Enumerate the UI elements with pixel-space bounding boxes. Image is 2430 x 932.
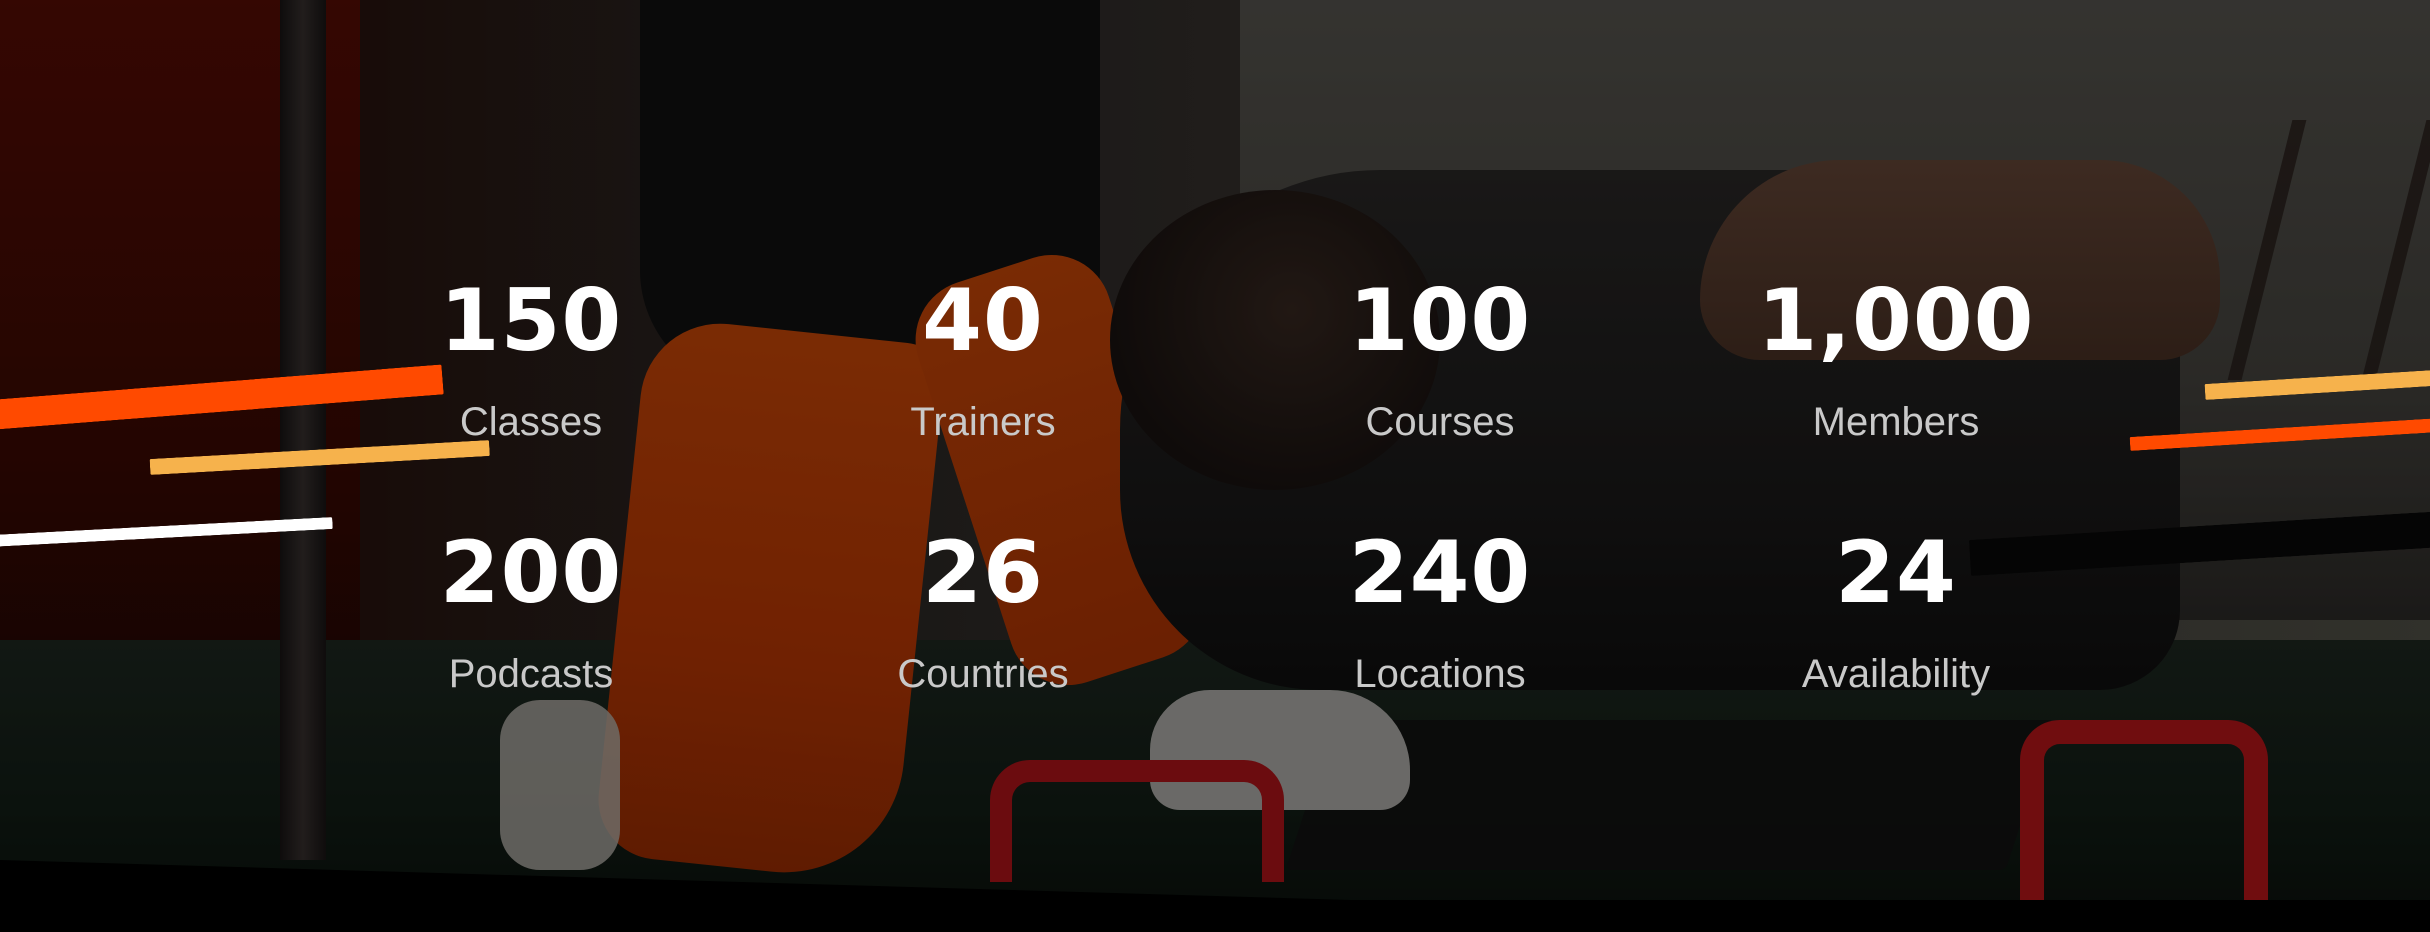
stat-number: 26: [922, 523, 1044, 623]
stat-number: 100: [1348, 271, 1532, 371]
stat-item: 100 Courses: [1240, 278, 1640, 442]
stat-number: 24: [1835, 523, 1957, 623]
stat-label: Courses: [1365, 400, 1515, 444]
stat-number: 150: [439, 271, 623, 371]
stat-item: 24 Availability: [1696, 530, 2096, 694]
stat-item: 40 Trainers: [783, 278, 1183, 442]
stat-item: 240 Locations: [1240, 530, 1640, 694]
stat-label: Podcasts: [448, 652, 614, 696]
stat-item: 200 Podcasts: [331, 530, 731, 694]
stat-number: 1,000: [1757, 271, 2035, 371]
stat-label: Members: [1812, 400, 1980, 444]
stat-item: 26 Countries: [783, 530, 1183, 694]
stat-number: 240: [1348, 523, 1532, 623]
stat-label: Availability: [1801, 652, 1991, 696]
background-dark-overlay: [0, 0, 2430, 932]
stats-hero-section: 150 Classes 40 Trainers 100 Courses 1,00…: [0, 0, 2430, 932]
stat-label: Countries: [897, 652, 1069, 696]
stat-label: Classes: [459, 400, 603, 444]
stat-item: 1,000 Members: [1696, 278, 2096, 442]
stat-item: 150 Classes: [331, 278, 731, 442]
stat-number: 40: [922, 271, 1044, 371]
bottom-black-band: [0, 900, 2430, 932]
stat-label: Trainers: [910, 400, 1056, 444]
stat-label: Locations: [1354, 652, 1526, 696]
stat-number: 200: [439, 523, 623, 623]
